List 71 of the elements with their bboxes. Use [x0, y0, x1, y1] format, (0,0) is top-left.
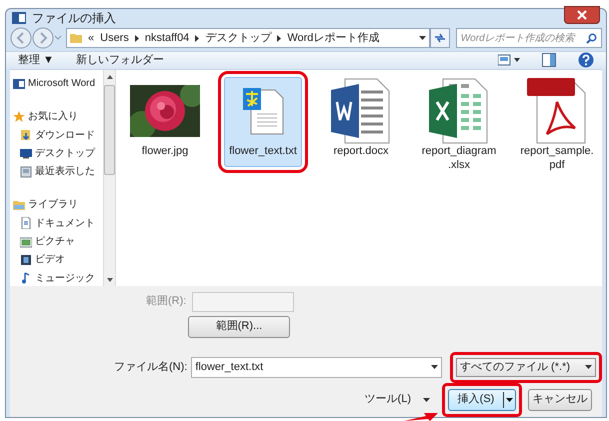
insert-button[interactable]: 挿入(S): [448, 388, 516, 410]
breadcrumb[interactable]: nkstaff04: [144, 30, 190, 46]
file-item[interactable]: report.docx: [322, 76, 400, 166]
breadcrumb[interactable]: Users: [100, 30, 129, 46]
tools-menu[interactable]: ツール(L): [364, 391, 411, 408]
star-icon: [13, 110, 25, 123]
sidebar-item[interactable]: ピクチャ: [35, 234, 78, 250]
word-document-icon: [331, 78, 391, 144]
preview-pane-icon[interactable]: [542, 53, 556, 68]
sidebar-item[interactable]: 最近表示した: [35, 164, 98, 180]
filename-field[interactable]: flower_text.txt: [191, 356, 442, 378]
file-type-value: すべてのファイル (*.*): [460, 360, 571, 375]
file-name: flower_text.txt: [229, 144, 297, 158]
refresh-button[interactable]: [430, 28, 450, 48]
folder-icon: [70, 32, 82, 44]
view-icon[interactable]: [498, 54, 520, 66]
spreadsheet-icon: [429, 78, 489, 144]
sidebar-item[interactable]: ドキュメント: [35, 216, 98, 231]
file-item[interactable]: flower_text.txt: [224, 76, 302, 166]
breadcrumb[interactable]: デスクトップ: [205, 30, 272, 46]
picture-icon: [20, 236, 32, 248]
close-icon: [577, 10, 587, 20]
scroll-thumb[interactable]: [104, 84, 115, 174]
chevron-icon[interactable]: [134, 34, 139, 42]
sidebar-item[interactable]: ビデオ: [35, 252, 68, 268]
dropdown-arrow-icon: [506, 398, 513, 402]
down-arrow-icon: [106, 278, 112, 282]
close-button[interactable]: [564, 6, 600, 24]
sidebar-item[interactable]: お気に入り: [28, 109, 81, 124]
organize-menu[interactable]: 整理 ▼: [18, 52, 54, 68]
music-note-icon: [20, 272, 32, 284]
sidebar-item[interactable]: デスクトップ: [35, 146, 98, 161]
download-folder-icon: [20, 129, 32, 142]
search-icon: [586, 32, 597, 44]
breadcrumb[interactable]: «: [88, 30, 94, 46]
chevron-icon[interactable]: [277, 34, 282, 42]
monitor-icon: [20, 147, 32, 160]
file-name: report_sample. pdf: [520, 144, 594, 172]
scrollbar[interactable]: [103, 70, 116, 286]
sidebar-item[interactable]: Microsoft Word: [28, 76, 98, 92]
range-button[interactable]: 範囲(R)...: [188, 316, 290, 338]
file-name: report.docx: [333, 144, 389, 158]
sidebar-item[interactable]: ダウンロード: [35, 128, 98, 143]
window-title: ファイルの挿入: [32, 10, 116, 27]
address-bar[interactable]: « Users nkstaff04 デスクトップ Wordレポート作成: [66, 28, 430, 48]
refresh-icon: [434, 33, 446, 43]
document-icon: [20, 217, 32, 230]
range-label: 範囲(R):: [146, 294, 186, 310]
pdf-file-icon: [527, 78, 587, 144]
cancel-button[interactable]: キャンセル: [528, 388, 592, 410]
new-folder-button[interactable]: 新しいフォルダー: [76, 52, 164, 68]
breadcrumb[interactable]: Wordレポート作成: [287, 30, 380, 46]
text-file-icon: [241, 86, 285, 136]
filename-value: flower_text.txt: [195, 360, 264, 375]
caret-icon[interactable]: [419, 36, 426, 40]
dropdown-arrow-icon[interactable]: [423, 398, 430, 402]
up-arrow-icon: [106, 74, 112, 78]
film-icon: [20, 254, 32, 266]
sidebar-item[interactable]: ミュージック: [35, 270, 98, 286]
dropdown-arrow-icon: [431, 365, 438, 369]
file-name: flower.jpg: [142, 144, 188, 158]
library-folder-icon: [13, 198, 25, 211]
chevron-icon[interactable]: [195, 34, 200, 42]
file-item[interactable]: flower.jpg: [126, 76, 204, 166]
help-icon[interactable]: [578, 52, 594, 68]
annotation-arrow: [404, 413, 438, 421]
search-placeholder: Wordレポート作成の検索: [460, 32, 576, 46]
file-type-dropdown[interactable]: すべてのファイル (*.*): [456, 358, 596, 376]
dropdown-arrow-icon: [585, 365, 592, 369]
sidebar-item[interactable]: ライブラリ: [28, 197, 81, 212]
filename-label: ファイル名(N):: [114, 360, 188, 375]
